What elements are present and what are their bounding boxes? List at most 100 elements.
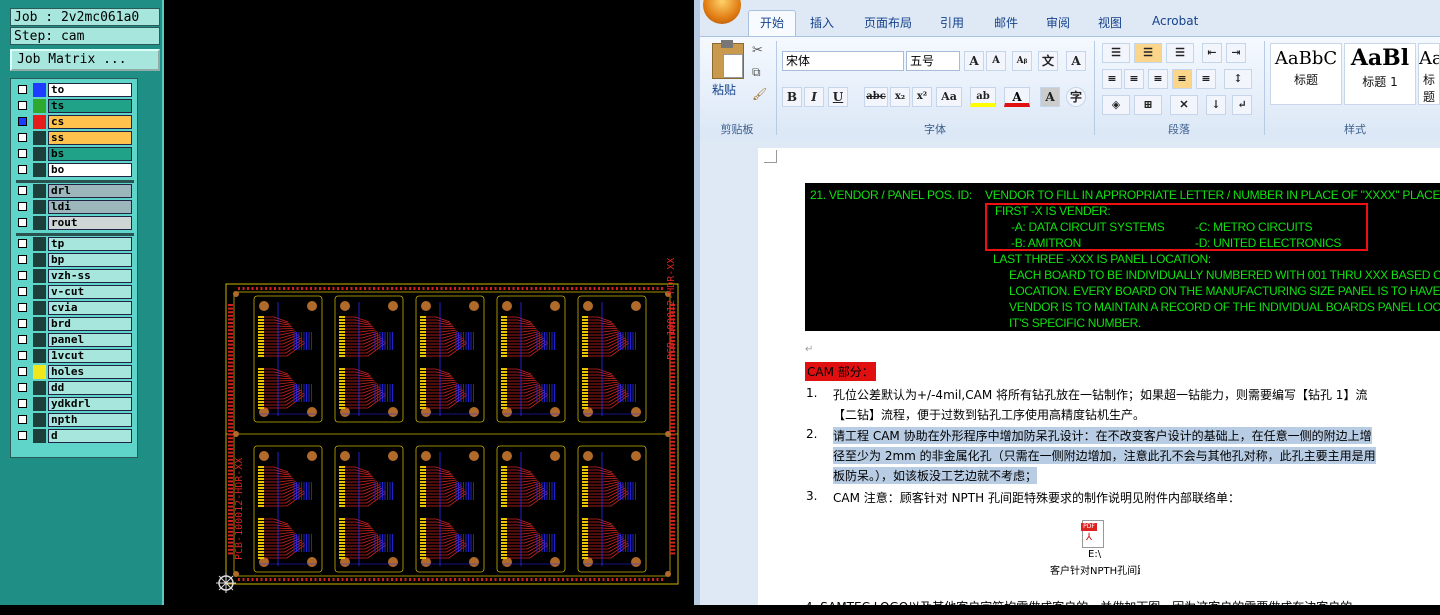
- item-2-line-2[interactable]: 径至少为 2mm 的非金属化孔（只需在一侧附边增加，注意此孔不会与其他孔对称，此…: [833, 447, 1376, 464]
- tab-mailings[interactable]: 邮件: [994, 14, 1018, 31]
- layer-checkbox[interactable]: [18, 202, 27, 211]
- layer-checkbox[interactable]: [18, 351, 27, 360]
- layer-checkbox[interactable]: [18, 287, 27, 296]
- layer-name[interactable]: rout: [48, 216, 132, 230]
- cut-icon[interactable]: ✂: [752, 43, 763, 58]
- font-color-icon[interactable]: A: [1004, 87, 1030, 107]
- style-heading-1[interactable]: AaBl 标题 1: [1344, 43, 1416, 105]
- subscript-icon[interactable]: x₂: [890, 87, 910, 107]
- underline-icon[interactable]: U: [828, 87, 848, 107]
- tab-home[interactable]: 开始: [748, 10, 796, 36]
- layer-name[interactable]: npth: [48, 413, 132, 427]
- style-title[interactable]: AaBbC 标题: [1270, 43, 1342, 105]
- layer-checkbox[interactable]: [18, 415, 27, 424]
- layer-checkbox[interactable]: [18, 271, 27, 280]
- layer-row-tp[interactable]: tp: [16, 237, 138, 252]
- chinese-layout-icon[interactable]: ✕: [1170, 95, 1198, 115]
- layer-name[interactable]: v-cut: [48, 285, 132, 299]
- layer-name[interactable]: d: [48, 429, 132, 443]
- layer-name[interactable]: panel: [48, 333, 132, 347]
- layer-row-vzh-ss[interactable]: vzh-ss: [16, 269, 138, 284]
- layer-name[interactable]: ts: [48, 99, 132, 113]
- paste-icon[interactable]: [712, 40, 744, 79]
- layer-name[interactable]: ss: [48, 131, 132, 145]
- layer-row-dd[interactable]: dd: [16, 381, 138, 396]
- layer-name[interactable]: 1vcut: [48, 349, 132, 363]
- item-1-line-2[interactable]: 【二钻】流程，便于过数到钻孔工序使用高精度钻机生产。: [833, 406, 1145, 423]
- layer-name[interactable]: tp: [48, 237, 132, 251]
- pcb-panel-view[interactable]: PCB-100012-HDR-XX PCB-100012-HDR-XX: [164, 0, 696, 605]
- justify-icon[interactable]: ≡: [1172, 69, 1192, 89]
- layer-row-ss[interactable]: ss: [16, 131, 138, 146]
- layer-checkbox[interactable]: [18, 239, 27, 248]
- layer-name[interactable]: brd: [48, 317, 132, 331]
- paste-button[interactable]: 粘贴: [712, 81, 736, 98]
- layer-row-ts[interactable]: ts: [16, 99, 138, 114]
- layer-checkbox[interactable]: [18, 133, 27, 142]
- layer-checkbox[interactable]: [18, 255, 27, 264]
- layer-checkbox[interactable]: [18, 399, 27, 408]
- layer-row-to[interactable]: to: [16, 83, 138, 98]
- cam-graphics-area[interactable]: PCB-100012-HDR-XX PCB-100012-HDR-XX: [162, 0, 696, 605]
- char-border-icon[interactable]: A: [1066, 51, 1086, 71]
- layer-row-panel[interactable]: panel: [16, 333, 138, 348]
- tab-page-layout[interactable]: 页面布局: [864, 14, 912, 31]
- multilevel-list-icon[interactable]: ☰: [1166, 43, 1194, 63]
- grow-font-icon[interactable]: A: [964, 51, 984, 71]
- layer-name[interactable]: cvia: [48, 301, 132, 315]
- layer-checkbox[interactable]: [18, 303, 27, 312]
- phonetic-guide-icon[interactable]: 文: [1038, 51, 1058, 71]
- layer-checkbox[interactable]: [18, 335, 27, 344]
- tab-references[interactable]: 引用: [940, 14, 964, 31]
- layer-row-cs[interactable]: cs: [16, 115, 138, 130]
- item-2-line-1[interactable]: 请工程 CAM 协助在外形程序中增加防呆孔设计：在不改变客户设计的基础上，在任意…: [833, 427, 1372, 444]
- layer-checkbox[interactable]: [18, 149, 27, 158]
- tab-insert[interactable]: 插入: [810, 14, 834, 31]
- clear-format-icon[interactable]: Aᵦ: [1012, 51, 1032, 71]
- pdf-attachment-icon[interactable]: PDF ⅄: [1081, 520, 1104, 548]
- line-spacing-icon[interactable]: ↕: [1224, 69, 1252, 89]
- layer-row-holes[interactable]: holes: [16, 365, 138, 380]
- layer-name[interactable]: bs: [48, 147, 132, 161]
- item-3-line-1[interactable]: CAM 注意：顾客针对 NPTH 孔间距特殊要求的制作说明见附件内部联络单：: [833, 489, 1240, 506]
- layer-checkbox[interactable]: [18, 319, 27, 328]
- increase-indent-icon[interactable]: ⇥: [1226, 43, 1246, 63]
- decrease-indent-icon[interactable]: ⇤: [1202, 43, 1222, 63]
- sort-icon[interactable]: ↓: [1206, 95, 1226, 115]
- numbering-icon[interactable]: ☰: [1134, 43, 1162, 63]
- tab-review[interactable]: 审阅: [1046, 14, 1070, 31]
- shading-icon[interactable]: ◈: [1102, 95, 1130, 115]
- cam-section-heading[interactable]: CAM 部分：: [805, 362, 876, 381]
- attachment-name[interactable]: 客户针对NPTH孔间距: [1050, 562, 1140, 577]
- layer-checkbox[interactable]: [18, 218, 27, 227]
- char-shading-icon[interactable]: A: [1040, 87, 1060, 107]
- layer-name[interactable]: ldi: [48, 200, 132, 214]
- item-2-line-3[interactable]: 板防呆。），如该板没工艺边就不考虑；: [833, 467, 1038, 484]
- align-right-icon[interactable]: ≡: [1148, 69, 1168, 89]
- tab-view[interactable]: 视图: [1098, 14, 1122, 31]
- layer-row-bs[interactable]: bs: [16, 147, 138, 162]
- superscript-icon[interactable]: x²: [912, 87, 932, 107]
- layer-row-npth[interactable]: npth: [16, 413, 138, 428]
- layer-name[interactable]: ydkdrl: [48, 397, 132, 411]
- layer-row-bo[interactable]: bo: [16, 163, 138, 178]
- layer-name[interactable]: dd: [48, 381, 132, 395]
- layer-row-rout[interactable]: rout: [16, 216, 138, 231]
- item-1-line-1[interactable]: 孔位公差默认为+/-4mil,CAM 将所有钻孔放在一钻制作；如果超一钻能力，则…: [833, 386, 1367, 403]
- job-matrix-button[interactable]: Job Matrix ...: [10, 49, 160, 71]
- layer-row-brd[interactable]: brd: [16, 317, 138, 332]
- shrink-font-icon[interactable]: A: [986, 51, 1006, 71]
- layer-row-ydkdrl[interactable]: ydkdrl: [16, 397, 138, 412]
- layer-checkbox[interactable]: [18, 165, 27, 174]
- align-center-icon[interactable]: ≡: [1124, 69, 1144, 89]
- tab-acrobat[interactable]: Acrobat: [1152, 14, 1198, 28]
- font-name-select[interactable]: 宋体: [782, 51, 904, 71]
- layer-row-1vcut[interactable]: 1vcut: [16, 349, 138, 364]
- layer-name[interactable]: vzh-ss: [48, 269, 132, 283]
- layer-checkbox[interactable]: [18, 85, 27, 94]
- bullets-icon[interactable]: ☰: [1102, 43, 1130, 63]
- layer-checkbox[interactable]: [18, 101, 27, 110]
- layer-checkbox[interactable]: [18, 431, 27, 440]
- layer-checkbox[interactable]: [18, 117, 27, 126]
- layer-name[interactable]: cs: [48, 115, 132, 129]
